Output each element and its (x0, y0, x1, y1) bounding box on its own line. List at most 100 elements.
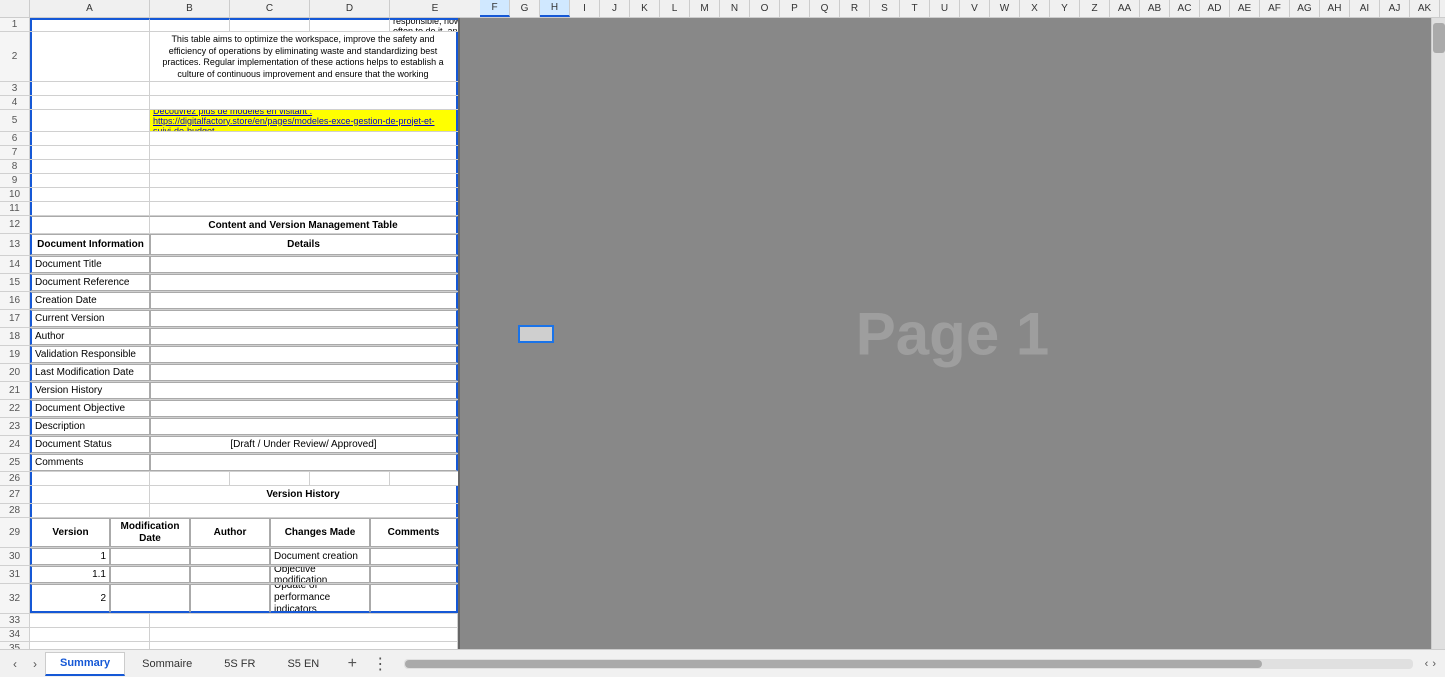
cell-b28[interactable] (150, 504, 458, 517)
cell-a34[interactable] (30, 628, 150, 641)
scroll-right-button[interactable]: › (1432, 658, 1436, 670)
cell-v11-moddate[interactable] (110, 566, 190, 583)
cell-e1[interactable]: take, who is responsible, how often to d… (390, 18, 458, 31)
cell-link[interactable]: Découvrez plus de modèles en visitant : … (150, 110, 458, 131)
scrollbar-thumb[interactable] (1433, 23, 1445, 53)
cell-v1-comments[interactable] (370, 548, 458, 565)
tab-s5en[interactable]: S5 EN (272, 652, 334, 676)
cell-last-mod-label[interactable]: Last Modification Date (30, 364, 150, 381)
cell-a8[interactable] (30, 160, 150, 173)
cell-b34[interactable] (150, 628, 458, 641)
cell-a26[interactable] (30, 472, 150, 485)
cell-description-label[interactable]: Description (30, 418, 150, 435)
cell-vh-comments[interactable]: Comments (370, 518, 458, 547)
cell-v2-author[interactable] (190, 584, 270, 613)
cell-b3[interactable] (150, 82, 458, 95)
cell-a4[interactable] (30, 96, 150, 109)
cell-doc-info[interactable]: Document Information (30, 234, 150, 255)
cell-version-title[interactable]: Content and Version Management Table (150, 216, 458, 233)
cell-author-label[interactable]: Author (30, 328, 150, 345)
cell-creation-date-value[interactable] (150, 292, 458, 309)
cell-a1[interactable] (30, 18, 150, 31)
cell-a9[interactable] (30, 174, 150, 187)
cell-version-history-label[interactable]: Version History (30, 382, 150, 399)
cell-v2-version[interactable]: 2 (30, 584, 110, 613)
cell-a12[interactable] (30, 216, 150, 233)
cell-v11-author[interactable] (190, 566, 270, 583)
horizontal-scrollbar-thumb[interactable] (405, 660, 1262, 668)
cell-a27[interactable] (30, 486, 150, 503)
cell-b6[interactable] (150, 132, 458, 145)
cell-doc-status-value[interactable]: [Draft / Under Review/ Approved] (150, 436, 458, 453)
cell-vh-title[interactable]: Version History (150, 486, 458, 503)
tab-prev-button[interactable]: ‹ (5, 654, 25, 674)
cell-b33[interactable] (150, 614, 458, 627)
cell-c26[interactable] (230, 472, 310, 485)
sheet-options-button[interactable]: ⋮ (364, 654, 396, 674)
cell-a28[interactable] (30, 504, 150, 517)
cell-b35[interactable] (150, 642, 458, 649)
horizontal-scrollbar[interactable] (404, 659, 1412, 669)
selected-cell-h-indicator[interactable] (518, 325, 554, 343)
cell-v2-changes[interactable]: Update of performance indicators (270, 584, 370, 613)
cell-doc-ref-label[interactable]: Document Reference (30, 274, 150, 291)
cell-a11[interactable] (30, 202, 150, 215)
cell-a7[interactable] (30, 146, 150, 159)
cell-b9[interactable] (150, 174, 458, 187)
cell-b8[interactable] (150, 160, 458, 173)
cell-vh-moddate[interactable]: Modification Date (110, 518, 190, 547)
cell-validation-label[interactable]: Validation Responsible (30, 346, 150, 363)
cell-author-value[interactable] (150, 328, 458, 345)
cell-a3[interactable] (30, 82, 150, 95)
tab-5sfr[interactable]: 5S FR (209, 652, 270, 676)
cell-comments-value[interactable] (150, 454, 458, 471)
cell-doc-ref-value[interactable] (150, 274, 458, 291)
cell-b7[interactable] (150, 146, 458, 159)
cell-v1-moddate[interactable] (110, 548, 190, 565)
cell-v1-author[interactable] (190, 548, 270, 565)
cell-v11-version[interactable]: 1.1 (30, 566, 110, 583)
cell-v1-version[interactable]: 1 (30, 548, 110, 565)
cell-b11[interactable] (150, 202, 458, 215)
cell-desc[interactable]: This table aims to optimize the workspac… (150, 32, 458, 81)
cell-details[interactable]: Details (150, 234, 458, 255)
scroll-left-button[interactable]: ‹ (1425, 658, 1429, 670)
cell-a33[interactable] (30, 614, 150, 627)
cell-comments-label[interactable]: Comments (30, 454, 150, 471)
link-text[interactable]: Découvrez plus de modèles en visitant : … (153, 110, 453, 131)
cell-creation-date-label[interactable]: Creation Date (30, 292, 150, 309)
tab-summary[interactable]: Summary (45, 652, 125, 676)
cell-vh-changes[interactable]: Changes Made (270, 518, 370, 547)
cell-vh-version[interactable]: Version (30, 518, 110, 547)
cell-a6[interactable] (30, 132, 150, 145)
cell-description-value[interactable] (150, 418, 458, 435)
cell-doc-objective-value[interactable] (150, 400, 458, 417)
cell-validation-value[interactable] (150, 346, 458, 363)
cell-doc-objective-label[interactable]: Document Objective (30, 400, 150, 417)
cell-v11-changes[interactable]: Objective modification (270, 566, 370, 583)
cell-v2-moddate[interactable] (110, 584, 190, 613)
cell-a35[interactable] (30, 642, 150, 649)
cell-b1[interactable] (150, 18, 230, 31)
cell-doc-status-label[interactable]: Document Status (30, 436, 150, 453)
cell-b26[interactable] (150, 472, 230, 485)
cell-doc-title-value[interactable] (150, 256, 458, 273)
cell-b4[interactable] (150, 96, 458, 109)
cell-a2[interactable] (30, 32, 150, 81)
tab-next-button[interactable]: › (25, 654, 45, 674)
cell-current-version-value[interactable] (150, 310, 458, 327)
cell-v1-changes[interactable]: Document creation (270, 548, 370, 565)
cell-a10[interactable] (30, 188, 150, 201)
cell-v11-comments[interactable] (370, 566, 458, 583)
cell-version-history-value[interactable] (150, 382, 458, 399)
add-sheet-button[interactable]: + (340, 652, 364, 676)
vertical-scrollbar[interactable] (1431, 18, 1445, 649)
tab-sommaire[interactable]: Sommaire (127, 652, 207, 676)
cell-d26[interactable] (310, 472, 390, 485)
cell-d1[interactable] (310, 18, 390, 31)
cell-v2-comments[interactable] (370, 584, 458, 613)
cell-e26[interactable] (390, 472, 458, 485)
cell-b10[interactable] (150, 188, 458, 201)
cell-doc-title-label[interactable]: Document Title (30, 256, 150, 273)
cell-last-mod-value[interactable] (150, 364, 458, 381)
